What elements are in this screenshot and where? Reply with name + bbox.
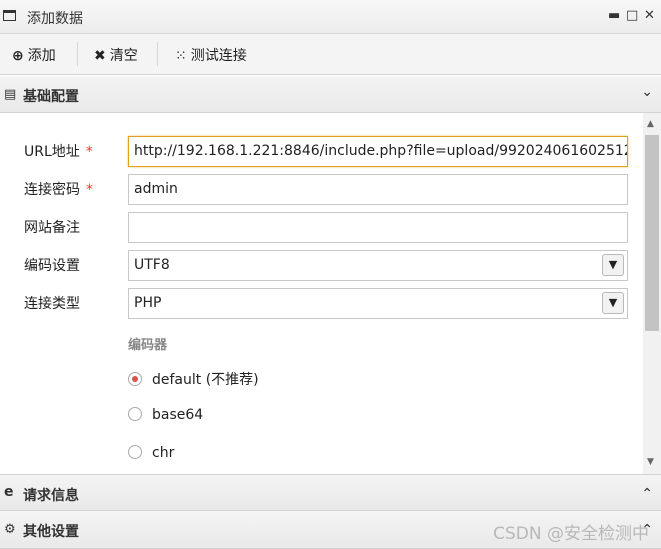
password-label: 连接密码 * — [24, 182, 93, 198]
clear-button-label: 清空 — [109, 48, 138, 64]
encoder-option-label: default (不推荐) — [152, 372, 259, 388]
document-icon: ▤ — [4, 87, 17, 102]
minimize-button[interactable]: ▬ — [608, 8, 620, 23]
note-label: 网站备注 — [24, 220, 80, 236]
panel-basic-header[interactable]: ▤ 基础配置 ⌄ — [0, 76, 661, 113]
panel-other-header[interactable]: ⚙ 其他设置 ⌃ — [0, 511, 661, 549]
add-button-label: 添加 — [27, 48, 56, 64]
encoder-option-chr[interactable]: chr — [128, 445, 174, 461]
chevron-up-icon[interactable]: ⌃ — [641, 522, 653, 538]
window-icon — [3, 10, 16, 21]
chevron-up-icon[interactable]: ⌃ — [641, 486, 653, 502]
note-input[interactable] — [128, 212, 628, 243]
encoder-option-label: chr — [152, 445, 175, 461]
required-mark: * — [86, 182, 93, 198]
scroll-up-arrow-icon[interactable]: ▲ — [647, 119, 654, 129]
ie-browser-icon: e — [4, 484, 14, 500]
url-input[interactable]: http://192.168.1.221:8846/include.php?fi… — [128, 136, 628, 167]
clear-x-icon: ✖ — [94, 48, 106, 64]
basic-config-form: URL地址 * http://192.168.1.221:8846/include… — [0, 113, 643, 474]
maximize-button[interactable]: □ — [626, 8, 638, 23]
encoding-select-value: UTF8 — [134, 257, 170, 273]
panel-basic-label: 基础配置 — [23, 89, 79, 105]
panel-request-header[interactable]: e 请求信息 ⌃ — [0, 474, 661, 511]
radio-selected-icon[interactable] — [128, 372, 142, 386]
close-button[interactable]: ✕ — [644, 8, 655, 23]
password-input[interactable]: admin — [128, 174, 628, 205]
encoder-option-base64[interactable]: base64 — [128, 407, 203, 423]
spinner-icon: ⁙ — [175, 48, 187, 64]
window-title: 添加数据 — [27, 11, 83, 27]
gears-icon: ⚙ — [4, 522, 16, 537]
url-label: URL地址 * — [24, 144, 93, 160]
required-mark: * — [85, 144, 93, 160]
toolbar-divider — [157, 42, 158, 66]
window-titlebar: 添加数据 ▬ □ ✕ — [0, 0, 661, 34]
encoder-option-label: base64 — [152, 407, 204, 423]
radio-icon[interactable] — [128, 445, 142, 459]
encoder-label: 编码器 — [128, 338, 168, 353]
encoder-option-default[interactable]: default (不推荐) — [128, 369, 259, 389]
encoding-label: 编码设置 — [24, 258, 80, 274]
toolbar: ⊕ 添加 ✖ 清空 ⁙ 测试连接 — [0, 34, 661, 75]
type-label: 连接类型 — [24, 296, 80, 312]
toolbar-divider — [77, 42, 78, 66]
chevron-down-icon[interactable]: ▼ — [602, 292, 624, 314]
chevron-down-icon[interactable]: ⌄ — [641, 84, 653, 100]
chevron-down-icon[interactable]: ▼ — [602, 254, 624, 276]
plus-circle-icon: ⊕ — [12, 48, 24, 64]
connection-type-select[interactable]: PHP ▼ — [128, 288, 628, 319]
type-select-value: PHP — [134, 295, 162, 311]
form-scrollbar[interactable]: ▲ ▼ — [643, 113, 661, 474]
panel-other-label: 其他设置 — [23, 524, 79, 540]
scroll-down-arrow-icon[interactable]: ▼ — [647, 457, 654, 467]
add-button[interactable]: ⊕ 添加 — [12, 45, 56, 65]
clear-button[interactable]: ✖ 清空 — [94, 45, 138, 65]
panel-request-label: 请求信息 — [23, 488, 79, 504]
encoding-select[interactable]: UTF8 ▼ — [128, 250, 628, 281]
scrollbar-thumb[interactable] — [645, 135, 659, 331]
test-connection-label: 测试连接 — [190, 48, 247, 64]
radio-icon[interactable] — [128, 407, 142, 421]
test-connection-button[interactable]: ⁙ 测试连接 — [175, 45, 247, 65]
